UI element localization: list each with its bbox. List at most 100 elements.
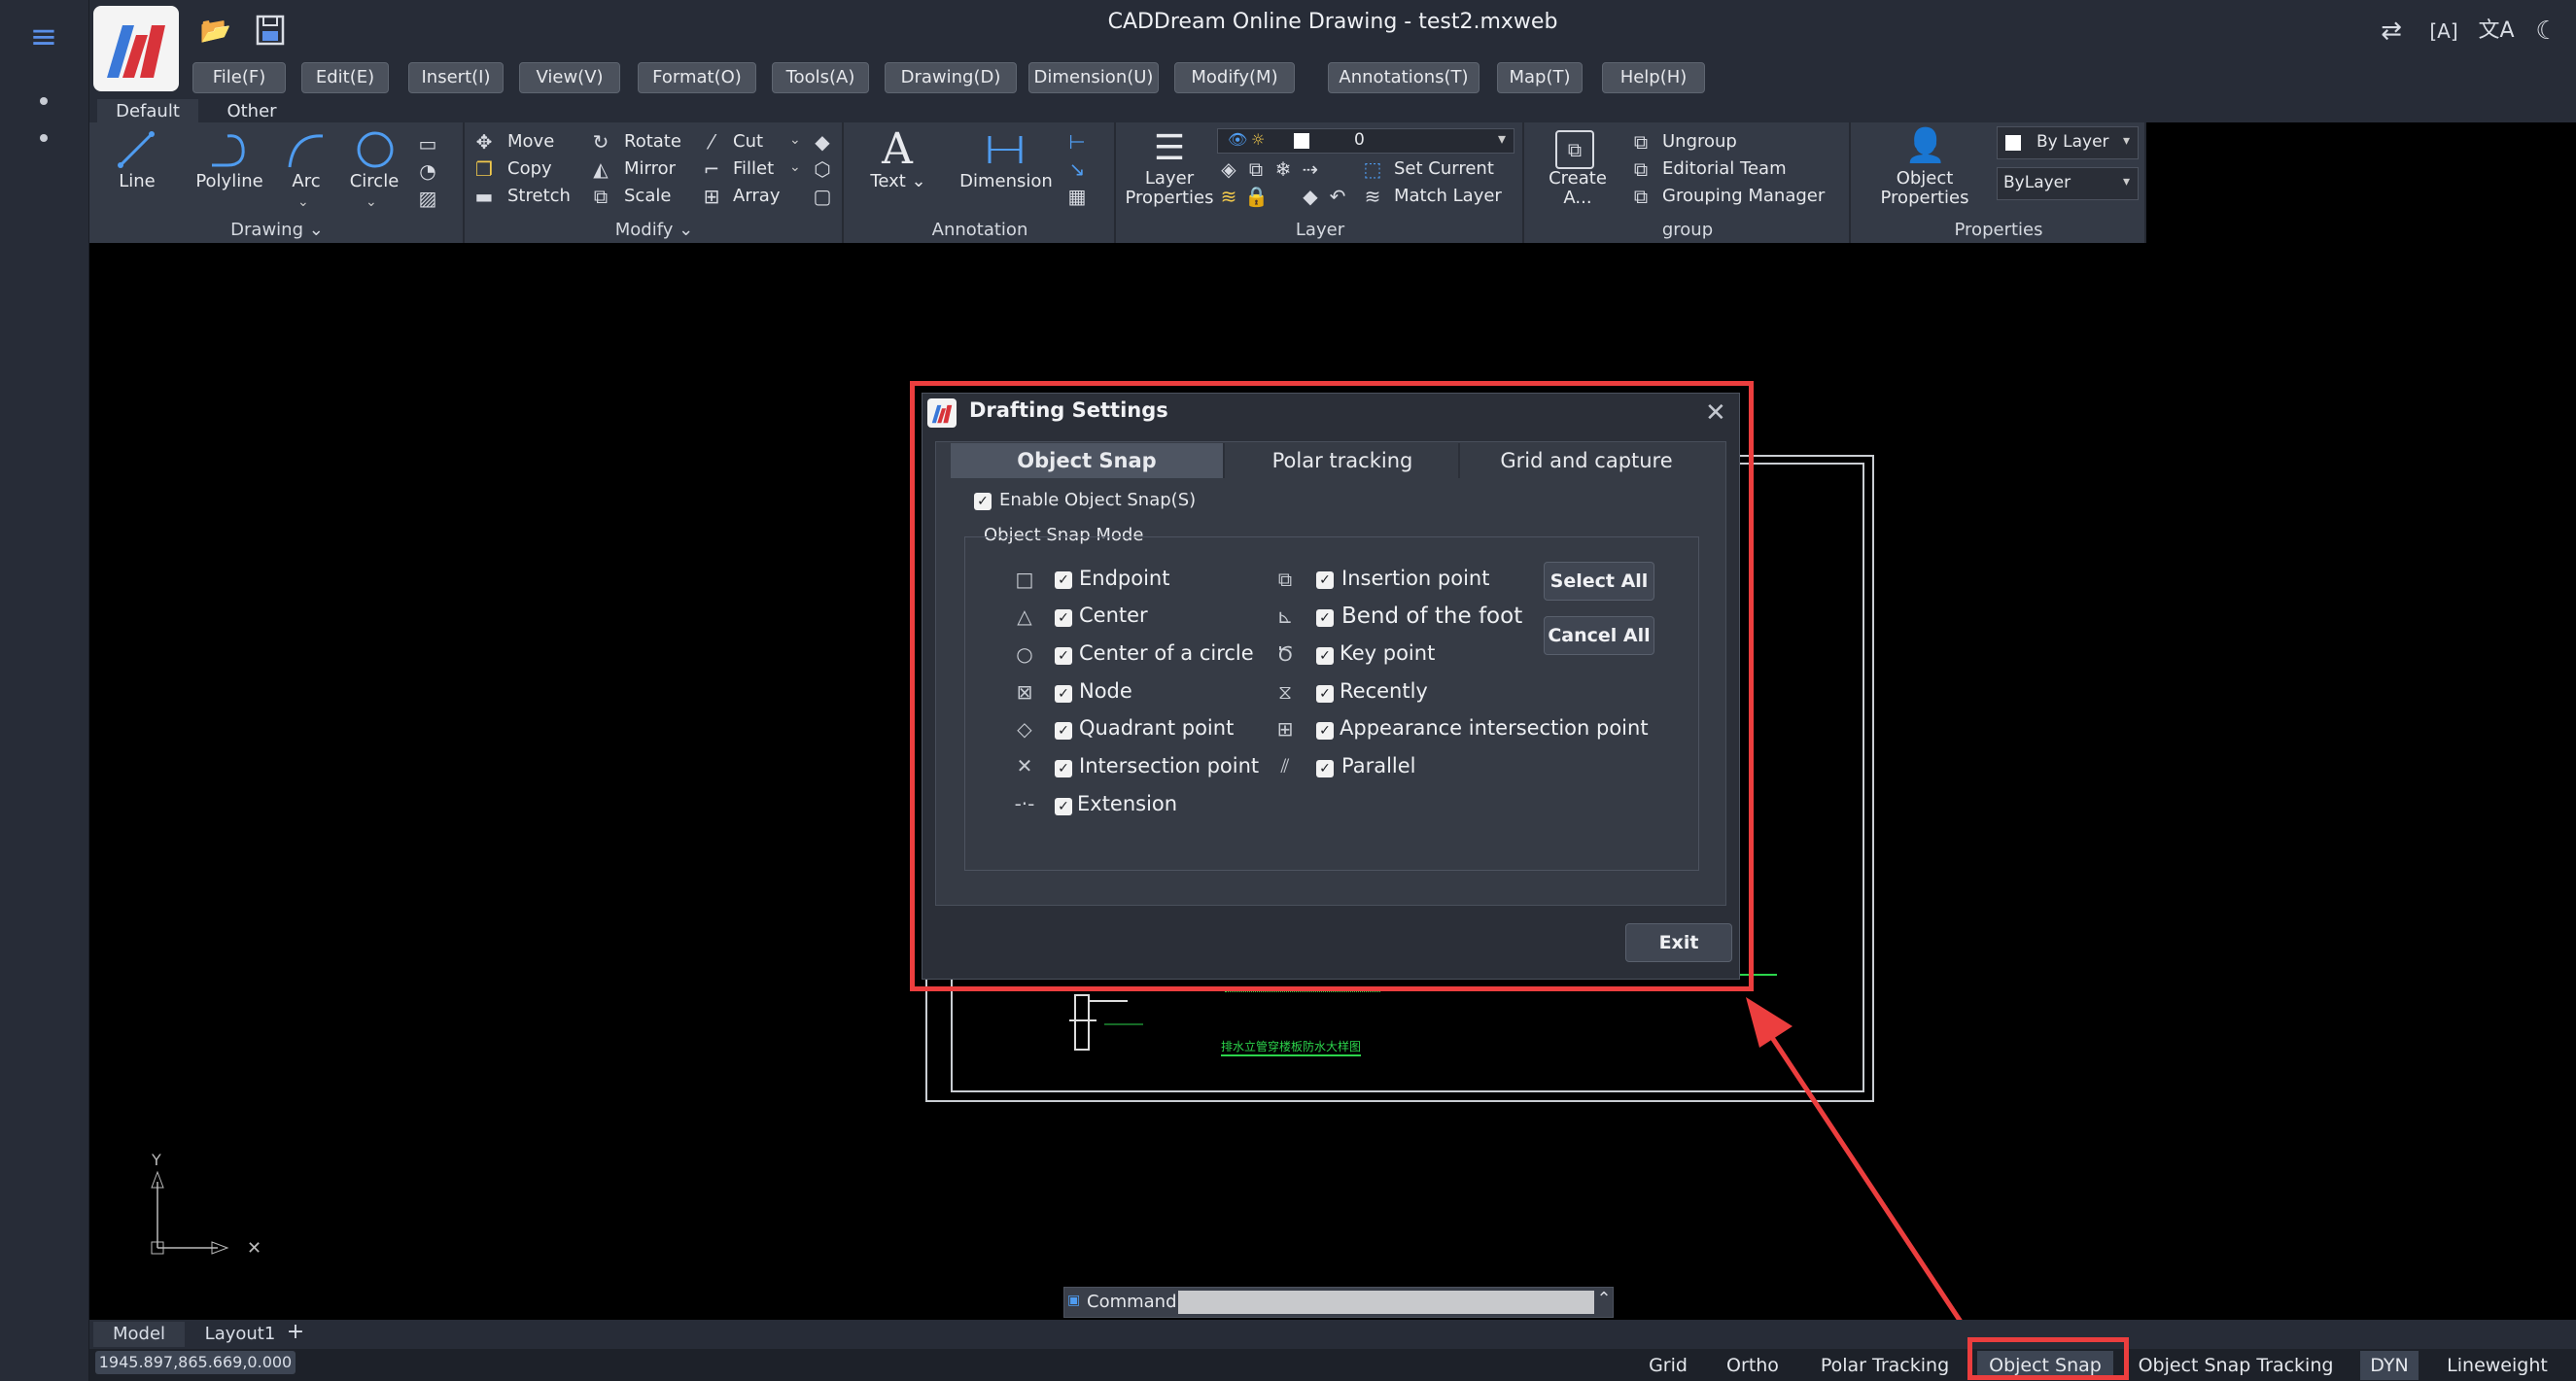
status-lineweight[interactable]: Lineweight <box>2436 1351 2559 1380</box>
recently-label[interactable]: Recently <box>1340 679 1428 703</box>
grouping-manager-button[interactable]: Grouping Manager <box>1662 186 1825 206</box>
object-properties-button[interactable]: Object Properties <box>1864 169 1985 208</box>
ungroup-icon[interactable]: ⧉ <box>1629 130 1653 154</box>
layer-freeze-icon[interactable]: ❄ <box>1271 157 1295 181</box>
editorial-team-button[interactable]: Editorial Team <box>1662 158 1787 179</box>
menu-tools[interactable]: Tools(A) <box>772 62 869 93</box>
circle-dropdown-icon[interactable]: ⌄ <box>366 194 377 210</box>
layer-erase-icon[interactable]: ◆ <box>1299 185 1322 208</box>
status-dyn[interactable]: DYN <box>2360 1351 2419 1380</box>
stretch-button[interactable]: Stretch <box>507 186 571 206</box>
ungroup-button[interactable]: Ungroup <box>1662 131 1737 152</box>
tab-object-snap[interactable]: Object Snap <box>951 443 1225 478</box>
tab-polar-tracking[interactable]: Polar tracking <box>1227 443 1460 478</box>
object-properties-icon[interactable]: 👤 <box>1901 126 1950 171</box>
leader-icon[interactable]: ↘ <box>1065 157 1089 181</box>
center-checkbox[interactable]: ✓ <box>1055 609 1072 627</box>
text-icon[interactable]: A <box>871 124 923 174</box>
fillet-icon[interactable]: ⌐ <box>700 157 723 181</box>
command-history-icon[interactable]: ⌃ <box>1594 1289 1614 1316</box>
exit-button[interactable]: Exit <box>1625 923 1732 962</box>
fillet-dropdown-icon[interactable]: ⌄ <box>789 159 801 175</box>
layer-select[interactable]: 👁 ☼ 0 ▾ <box>1217 128 1514 154</box>
move-icon[interactable]: ✥ <box>472 130 496 154</box>
swap-icon[interactable]: ⇄ <box>2372 14 2411 49</box>
tab-grid-and-capture[interactable]: Grid and capture <box>1462 443 1711 478</box>
polyline-button[interactable]: Polyline <box>183 171 276 191</box>
erase-icon[interactable]: ◆ <box>811 130 834 154</box>
parallel-label[interactable]: Parallel <box>1341 754 1416 777</box>
recently-checkbox[interactable]: ✓ <box>1316 685 1334 703</box>
insertion-point-label[interactable]: Insertion point <box>1341 567 1489 590</box>
translate-icon[interactable]: 文A <box>2477 14 2516 49</box>
command-input[interactable] <box>1178 1291 1594 1314</box>
match-layer-icon[interactable]: ≋ <box>1361 185 1384 208</box>
create-group-button[interactable]: Create A... <box>1540 169 1616 208</box>
offset-icon[interactable]: ▢ <box>811 185 834 208</box>
ribbon-tab-default[interactable]: Default <box>97 99 198 124</box>
create-group-icon[interactable]: ⧉ <box>1555 130 1594 169</box>
enable-object-snap-checkbox[interactable]: ✓ <box>974 493 992 510</box>
hamburger-menu-icon[interactable]: ≡ <box>21 19 66 54</box>
menu-edit[interactable]: Edit(E) <box>301 62 389 93</box>
scale-button[interactable]: Scale <box>624 186 671 206</box>
cut-icon[interactable]: ⁄ <box>700 130 723 154</box>
match-layer-button[interactable]: Match Layer <box>1394 186 1502 206</box>
layer-lock-icon[interactable]: ≋ <box>1217 185 1240 208</box>
set-current-button[interactable]: Set Current <box>1394 158 1494 179</box>
set-current-icon[interactable]: ⬚ <box>1361 157 1384 181</box>
rectangle-icon[interactable]: ▭ <box>416 132 439 155</box>
explode-icon[interactable]: ⬡ <box>811 157 834 181</box>
endpoint-checkbox[interactable]: ✓ <box>1055 571 1072 589</box>
color-select[interactable]: By Layer ▾ <box>1997 126 2139 159</box>
moon-icon[interactable]: ☾ <box>2527 14 2566 49</box>
quadrant-point-checkbox[interactable]: ✓ <box>1055 722 1072 740</box>
cut-button[interactable]: Cut <box>733 131 763 152</box>
insertion-point-checkbox[interactable]: ✓ <box>1316 571 1334 589</box>
copy-button[interactable]: Copy <box>507 158 552 179</box>
tab-layout1[interactable]: Layout1 <box>191 1322 290 1347</box>
layer-properties-icon[interactable]: ☰ <box>1145 128 1194 171</box>
line-button[interactable]: Line <box>103 171 171 191</box>
enable-object-snap-label[interactable]: Enable Object Snap(S) <box>999 490 1196 510</box>
status-polar-tracking[interactable]: Polar Tracking <box>1812 1351 1958 1380</box>
array-button[interactable]: Array <box>733 186 780 206</box>
node-checkbox[interactable]: ✓ <box>1055 685 1072 703</box>
grouping-manager-icon[interactable]: ⧉ <box>1629 185 1653 208</box>
extension-label[interactable]: Extension <box>1077 792 1177 815</box>
appearance-intersection-checkbox[interactable]: ✓ <box>1316 722 1334 740</box>
linetype-select[interactable]: ByLayer ▾ <box>1997 167 2139 200</box>
cut-dropdown-icon[interactable]: ⌄ <box>789 132 801 148</box>
bend-of-the-foot-label[interactable]: Bend of the foot <box>1341 604 1522 629</box>
menu-dimension[interactable]: Dimension(U) <box>1028 62 1159 93</box>
status-object-snap-tracking[interactable]: Object Snap Tracking <box>2129 1351 2343 1380</box>
rail-dot-icon[interactable] <box>40 97 48 105</box>
tab-model[interactable]: Model <box>93 1322 185 1347</box>
rotate-button[interactable]: Rotate <box>624 131 681 152</box>
arc-dropdown-icon[interactable]: ⌄ <box>297 194 309 210</box>
select-all-button[interactable]: Select All <box>1544 562 1654 601</box>
endpoint-label[interactable]: Endpoint <box>1079 567 1169 590</box>
layer-properties-button[interactable]: Layer Properties <box>1118 169 1221 208</box>
bend-of-the-foot-checkbox[interactable]: ✓ <box>1316 609 1334 627</box>
ai-icon[interactable]: [A] <box>2424 14 2463 49</box>
add-layout-icon[interactable]: + <box>282 1320 309 1345</box>
appearance-intersection-label[interactable]: Appearance intersection point <box>1340 716 1649 740</box>
scale-icon[interactable]: ⧉ <box>589 185 612 208</box>
center-of-circle-checkbox[interactable]: ✓ <box>1055 647 1072 665</box>
menu-map[interactable]: Map(T) <box>1497 62 1583 93</box>
fillet-button[interactable]: Fillet <box>733 158 774 179</box>
gradient-icon[interactable]: ▨ <box>416 187 439 210</box>
menu-annotations[interactable]: Annotations(T) <box>1328 62 1479 93</box>
node-label[interactable]: Node <box>1079 679 1132 703</box>
layer-unlock-icon[interactable]: 🔒 <box>1244 185 1269 208</box>
rail-dot-icon[interactable] <box>40 134 48 142</box>
mirror-icon[interactable]: ◭ <box>589 157 612 181</box>
menu-drawing[interactable]: Drawing(D) <box>885 62 1017 93</box>
key-point-checkbox[interactable]: ✓ <box>1316 647 1334 665</box>
hatch-shape-icon[interactable]: ◔ <box>416 159 439 183</box>
modify-group-label[interactable]: Modify ⌄ <box>465 220 844 243</box>
key-point-label[interactable]: Key point <box>1340 641 1435 665</box>
menu-modify[interactable]: Modify(M) <box>1174 62 1295 93</box>
center-of-circle-label[interactable]: Center of a circle <box>1079 641 1254 665</box>
